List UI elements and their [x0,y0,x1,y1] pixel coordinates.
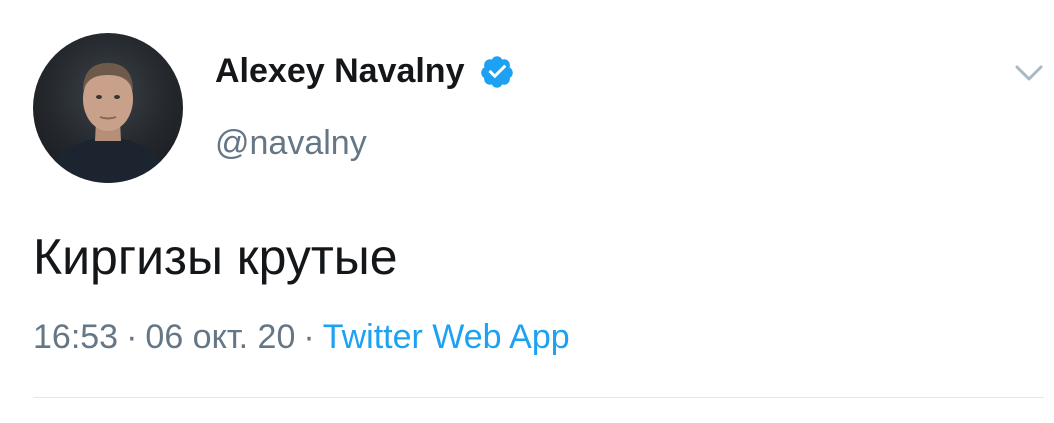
tweet-meta: 16:53 · 06 окт. 20 · Twitter Web App [33,318,570,357]
tweet-source-link[interactable]: Twitter Web App [323,318,570,356]
tweet-date[interactable]: 06 окт. 20 [145,318,295,356]
chevron-down-icon[interactable] [1012,60,1046,86]
verified-badge-icon [479,54,515,90]
meta-separator: · [126,318,138,356]
avatar-photo [43,63,173,183]
meta-separator: · [303,318,315,356]
author-name-row[interactable]: Alexey Navalny [215,52,515,91]
tweet-time[interactable]: 16:53 [33,318,118,356]
author-display-name[interactable]: Alexey Navalny [215,52,465,91]
tweet-text: Киргизы крутые [33,229,398,285]
divider [33,397,1044,398]
avatar[interactable] [33,33,183,183]
author-handle[interactable]: @navalny [215,124,367,163]
